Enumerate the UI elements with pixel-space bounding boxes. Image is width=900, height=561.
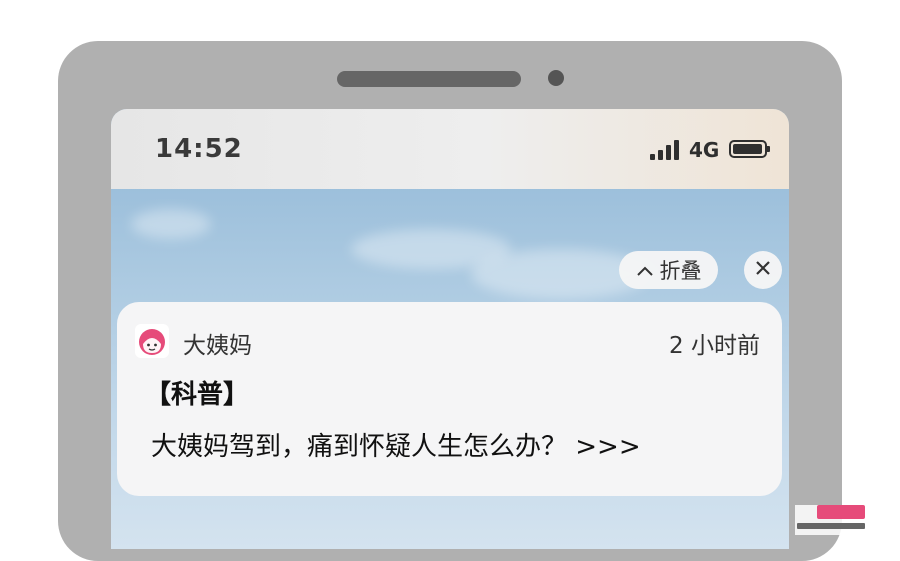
collapse-button[interactable]: 折叠 bbox=[619, 251, 718, 289]
notification-title: 【科普】 bbox=[145, 380, 250, 410]
status-time: 14:52 bbox=[155, 134, 243, 164]
phone-speaker bbox=[337, 71, 521, 87]
battery-icon bbox=[729, 140, 770, 158]
notification-card[interactable]: 大姨妈 2 小时前 【科普】 大姨妈驾到，痛到怀疑人生怎么办？ >>> bbox=[117, 302, 782, 496]
status-bar: 14:52 4G bbox=[111, 109, 789, 189]
signal-icon bbox=[650, 138, 684, 160]
close-button[interactable] bbox=[744, 251, 782, 289]
watermark-logo bbox=[795, 505, 867, 535]
notification-time: 2 小时前 bbox=[669, 333, 760, 359]
app-logo-icon bbox=[135, 324, 169, 358]
notification-body: 大姨妈驾到，痛到怀疑人生怎么办？ >>> bbox=[151, 432, 641, 462]
network-type: 4G bbox=[689, 138, 720, 162]
app-name: 大姨妈 bbox=[183, 333, 252, 359]
close-icon bbox=[754, 259, 772, 281]
phone-camera bbox=[548, 70, 564, 86]
chevron-up-icon bbox=[636, 258, 654, 282]
cloud bbox=[131, 209, 211, 239]
collapse-label: 折叠 bbox=[659, 259, 702, 283]
